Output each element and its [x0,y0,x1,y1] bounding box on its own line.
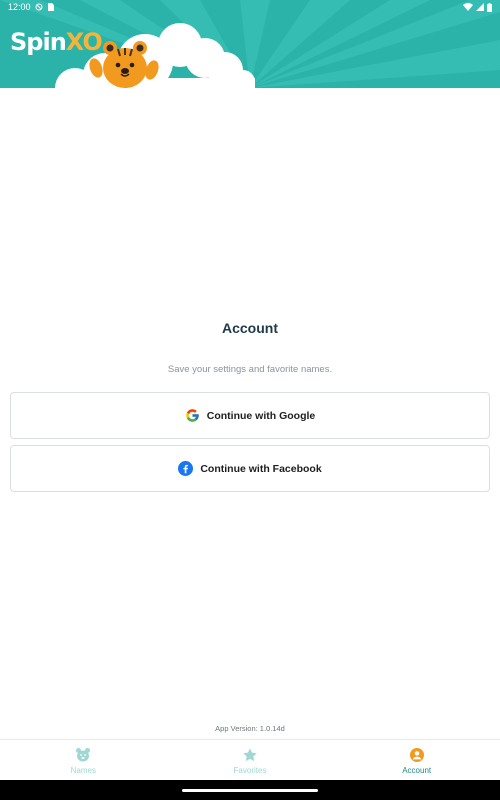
app-header: 12:00 SpinXO [0,0,500,88]
home-gesture-handle[interactable] [182,789,318,792]
bear-face-icon [75,747,91,763]
battery-icon [487,2,492,12]
page-title: Account [222,320,278,336]
user-circle-icon [409,747,425,763]
status-bar: 12:00 [0,0,500,14]
google-icon [185,408,200,423]
continue-with-facebook-button[interactable]: Continue with Facebook [10,445,490,492]
nav-tab-names[interactable]: Names [0,740,167,780]
nav-tab-account[interactable]: Account [333,740,500,780]
wifi-icon [463,3,473,11]
logo-spin: Spin [10,28,67,56]
page-subtitle: Save your settings and favorite names. [167,364,333,375]
sim-card-icon [47,3,54,11]
facebook-icon [178,461,194,476]
status-time: 12:00 [8,2,31,12]
continue-with-google-button[interactable]: Continue with Google [10,392,490,439]
logo-xo: XO [65,28,103,56]
google-button-label: Continue with Google [206,409,316,422]
nav-label-names: Names [70,766,96,775]
app-version: App Version: 1.0.14d [215,724,285,733]
spinxo-logo: SpinXO [10,28,103,56]
facebook-button-label: Continue with Facebook [200,462,322,475]
star-icon [242,747,258,763]
nav-label-account: Account [402,766,432,775]
settings-circle-icon [35,3,43,11]
signal-icon [476,3,484,11]
nav-label-favorites: Favorites [233,766,267,775]
nav-tab-favorites[interactable]: Favorites [167,740,334,780]
bottom-navigation: Names Favorites Account [0,739,500,780]
